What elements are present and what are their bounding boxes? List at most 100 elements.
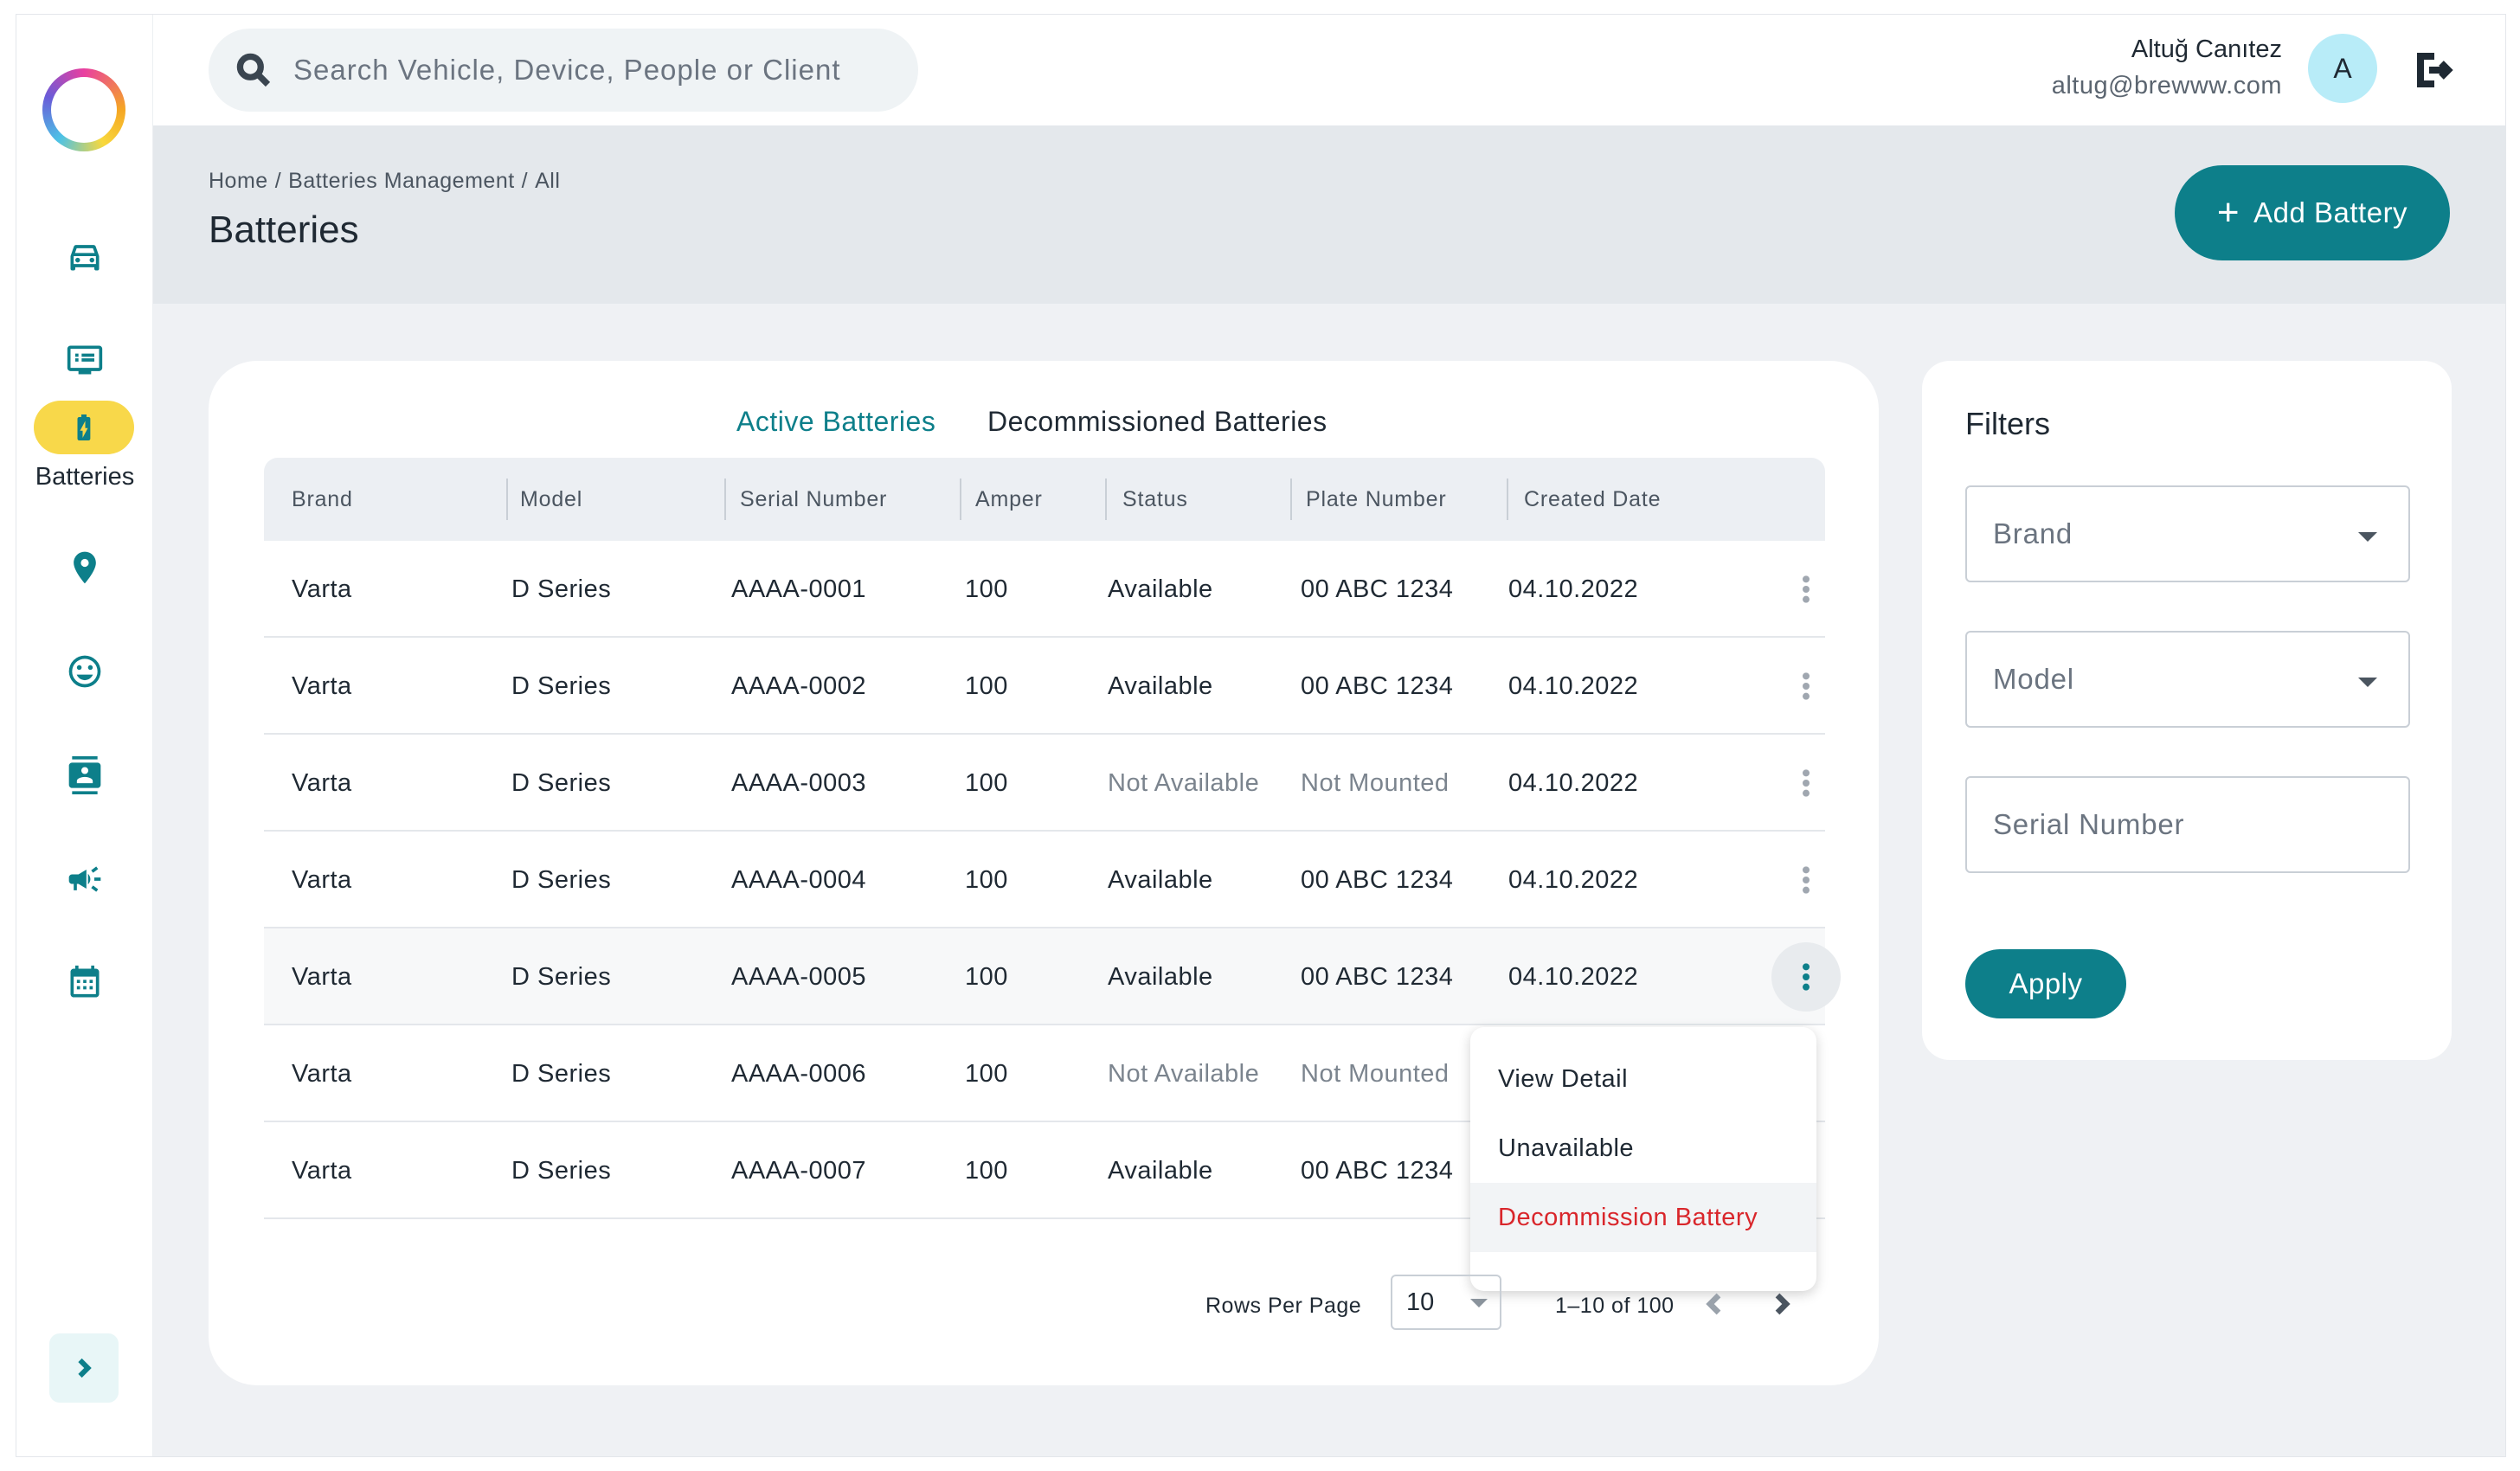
cell-serial-number: AAAA-0003	[731, 768, 867, 797]
filters-panel: Filters Brand Model Serial Number Apply	[1922, 361, 2452, 1060]
serial-number-placeholder: Serial Number	[1993, 808, 2185, 840]
column-header-model[interactable]: Model	[520, 458, 582, 541]
cell-model: D Series	[511, 768, 612, 797]
sidebar-item-contacts[interactable]	[16, 745, 153, 806]
row-actions-button[interactable]	[1782, 759, 1830, 807]
row-actions-button[interactable]	[1782, 856, 1830, 904]
model-select[interactable]: Model	[1965, 631, 2410, 728]
table-row[interactable]: Varta D Series AAAA-0002 100 Available 00 ABC…	[264, 638, 1825, 735]
battery-icon	[77, 414, 91, 440]
brand-select[interactable]: Brand	[1965, 485, 2410, 582]
cell-model: D Series	[511, 962, 612, 991]
cell-amper: 100	[965, 768, 1008, 797]
breadcrumb-section[interactable]: Batteries Management	[288, 169, 515, 193]
cell-amper: 100	[965, 671, 1008, 700]
filters-title: Filters	[1965, 406, 2050, 441]
batteries-card: Active Batteries Decommissioned Batterie…	[209, 361, 1879, 1385]
breadcrumb-current: All	[535, 169, 561, 193]
cell-brand: Varta	[292, 1059, 352, 1088]
more-vertical-icon	[1803, 672, 1810, 700]
cell-plate-number: Not Mounted	[1301, 768, 1450, 797]
more-vertical-icon	[1803, 866, 1810, 894]
cell-status: Available	[1108, 962, 1213, 991]
cell-model: D Series	[511, 865, 612, 894]
row-actions-button[interactable]	[1782, 662, 1830, 710]
cell-plate-number: 00 ABC 1234	[1301, 865, 1454, 894]
table-row[interactable]: Varta D Series AAAA-0003 100 Not Available No…	[264, 735, 1825, 832]
tab-active-batteries[interactable]: Active Batteries	[736, 406, 936, 462]
sidebar-item-campaigns[interactable]	[16, 849, 153, 909]
table-row[interactable]: Varta D Series AAAA-0005 100 Available 00 ABC…	[264, 928, 1841, 1025]
column-divider	[1105, 479, 1107, 520]
cell-status: Not Available	[1108, 768, 1260, 797]
column-header-serial-number[interactable]: Serial Number	[740, 458, 887, 541]
table-header: Brand Model Serial Number Amper Status P…	[264, 458, 1825, 541]
row-actions-menu: View Detail Unavailable Decommission Bat…	[1470, 1027, 1816, 1291]
breadcrumb-home[interactable]: Home	[209, 169, 268, 193]
column-divider	[1507, 479, 1508, 520]
avatar[interactable]: A	[2308, 34, 2377, 103]
rows-per-page-select[interactable]: 10	[1391, 1275, 1501, 1330]
brand-logo[interactable]	[42, 68, 125, 151]
page-header: Home / Batteries Management / All Batteries …	[153, 125, 2505, 304]
cell-brand: Varta	[292, 865, 352, 894]
cell-created-date: 04.10.2022	[1508, 768, 1639, 797]
search-bar[interactable]	[209, 29, 918, 112]
sidebar-item-vehicles[interactable]	[16, 226, 153, 286]
column-header-status[interactable]: Status	[1122, 458, 1188, 541]
sidebar: Batteries	[16, 15, 153, 1456]
menu-item-view-detail[interactable]: View Detail	[1470, 1044, 1816, 1114]
cell-plate-number: 00 ABC 1234	[1301, 1156, 1454, 1185]
column-divider	[1290, 479, 1292, 520]
more-vertical-icon	[1803, 575, 1810, 603]
sidebar-item-batteries[interactable]	[34, 401, 134, 454]
cell-amper: 100	[965, 865, 1008, 894]
cell-model: D Series	[511, 1156, 612, 1185]
cell-created-date: 04.10.2022	[1508, 865, 1639, 894]
add-battery-label: Add Battery	[2253, 196, 2408, 228]
tab-decommissioned-batteries[interactable]: Decommissioned Batteries	[987, 406, 1328, 438]
smiley-icon	[68, 655, 101, 688]
breadcrumb-separator: /	[521, 169, 529, 193]
sidebar-item-people[interactable]	[16, 641, 153, 702]
cell-plate-number: 00 ABC 1234	[1301, 671, 1454, 700]
row-actions-button[interactable]	[1782, 565, 1830, 613]
apply-button[interactable]: Apply	[1965, 949, 2126, 1018]
cell-brand: Varta	[292, 575, 352, 603]
sidebar-item-locations[interactable]	[16, 537, 153, 598]
column-header-amper[interactable]: Amper	[975, 458, 1043, 541]
sidebar-item-calendar[interactable]	[16, 953, 153, 1013]
column-header-plate-number[interactable]: Plate Number	[1306, 458, 1446, 541]
column-header-brand[interactable]: Brand	[292, 458, 353, 541]
sidebar-item-list[interactable]	[16, 330, 153, 390]
previous-page-button[interactable]	[1697, 1287, 1732, 1321]
breadcrumb: Home / Batteries Management / All	[209, 169, 560, 194]
cell-created-date: 04.10.2022	[1508, 962, 1639, 991]
cell-status: Available	[1108, 575, 1213, 603]
caret-down-icon	[2358, 678, 2377, 687]
row-actions-button[interactable]	[1771, 942, 1841, 1012]
expand-sidebar-button[interactable]	[49, 1333, 119, 1403]
cell-serial-number: AAAA-0006	[731, 1059, 867, 1088]
chevron-right-icon	[1775, 1293, 1790, 1315]
serial-number-field[interactable]: Serial Number	[1965, 776, 2410, 873]
cell-amper: 100	[965, 1156, 1008, 1185]
cell-status: Not Available	[1108, 1059, 1260, 1088]
menu-item-unavailable[interactable]: Unavailable	[1470, 1114, 1816, 1183]
calendar-icon	[70, 965, 100, 998]
menu-item-decommission-battery[interactable]: Decommission Battery	[1470, 1183, 1816, 1252]
contact-card-icon	[68, 756, 101, 794]
cell-status: Available	[1108, 671, 1213, 700]
table-row[interactable]: Varta D Series AAAA-0004 100 Available 00 ABC…	[264, 832, 1825, 928]
list-icon	[67, 345, 103, 375]
sidebar-item-label: Batteries	[35, 463, 135, 491]
column-header-created-date[interactable]: Created Date	[1524, 458, 1661, 541]
add-battery-button[interactable]: + Add Battery	[2175, 165, 2450, 260]
search-input[interactable]	[293, 54, 847, 87]
rows-per-page-label: Rows Per Page	[1205, 1293, 1362, 1318]
table-row[interactable]: Varta D Series AAAA-0001 100 Available 00 ABC…	[264, 541, 1825, 638]
next-page-button[interactable]	[1765, 1287, 1799, 1321]
column-divider	[724, 479, 726, 520]
rows-per-page-value: 10	[1406, 1288, 1435, 1316]
logout-button[interactable]	[2412, 49, 2453, 91]
